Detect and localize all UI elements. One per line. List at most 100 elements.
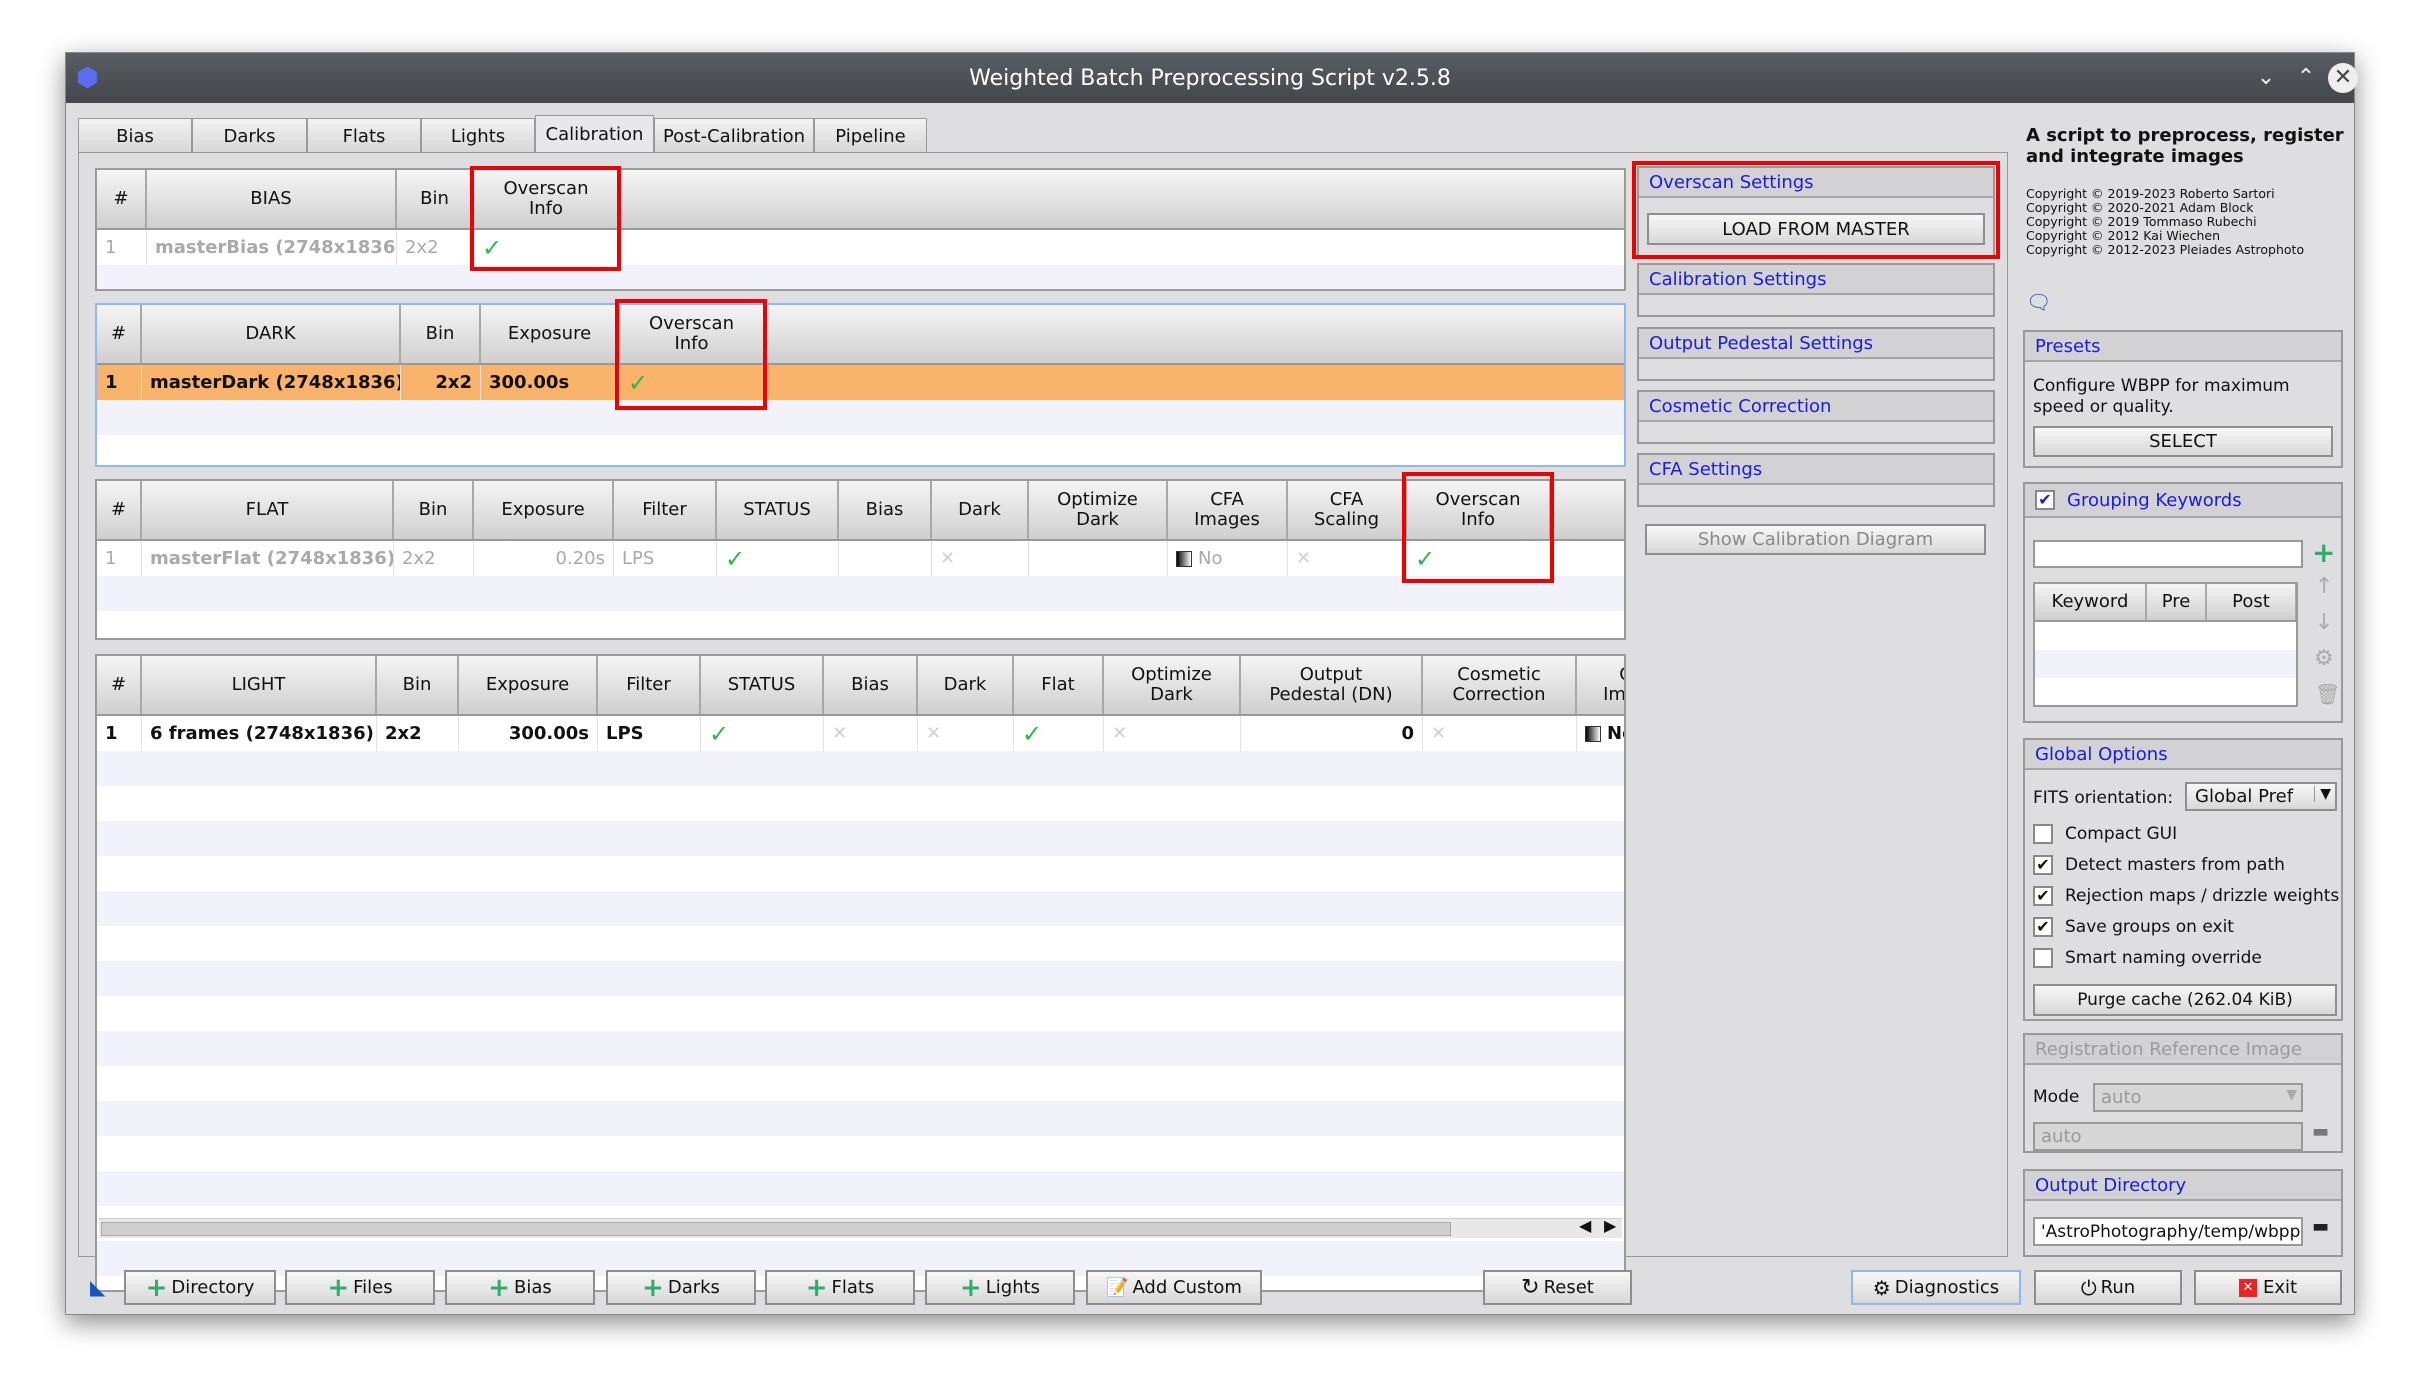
column-header[interactable]: Bias bbox=[824, 656, 918, 714]
flat-table[interactable]: # FLAT Bin Exposure Filter STATUS Bias Dark Opti… bbox=[95, 479, 1626, 640]
close-icon[interactable]: ✕ bbox=[2328, 63, 2358, 93]
fits-orientation-select[interactable]: Global Pref ▼ bbox=[2185, 782, 2337, 811]
checkbox[interactable]: ✔ bbox=[2033, 886, 2053, 906]
table-row[interactable]: 1 masterBias (2748x1836) 2x2 ✓ bbox=[97, 230, 1624, 265]
column-header[interactable]: Dark bbox=[918, 656, 1014, 714]
option-save-groups-on-exit[interactable]: ✔ Save groups on exit bbox=[2033, 917, 2234, 937]
comment-icon[interactable]: 🗨 bbox=[2026, 290, 2051, 314]
expand-toggle-icon[interactable]: ◣ bbox=[90, 1275, 105, 1299]
column-header[interactable]: Exposure bbox=[459, 656, 598, 714]
output-directory-input[interactable]: 'AstroPhotography/temp/wbpp bbox=[2033, 1217, 2303, 1246]
column-header[interactable]: FLAT bbox=[142, 481, 394, 539]
column-header[interactable]: Pre bbox=[2147, 584, 2207, 620]
column-header[interactable]: BIAS bbox=[147, 170, 397, 228]
add-custom-button[interactable]: 📝 Add Custom bbox=[1086, 1270, 1262, 1305]
tab-bias[interactable]: Bias bbox=[78, 118, 192, 153]
column-header[interactable]: Filter bbox=[598, 656, 701, 714]
horizontal-scrollbar[interactable]: ◀ ▶ bbox=[99, 1216, 1622, 1238]
column-header[interactable]: # bbox=[97, 170, 147, 228]
column-header[interactable]: Output Pedestal (DN) bbox=[1241, 656, 1423, 714]
column-header[interactable]: Exposure bbox=[481, 305, 620, 363]
column-header[interactable]: Bin bbox=[377, 656, 459, 714]
column-header[interactable]: Filter bbox=[614, 481, 717, 539]
diagnostics-button[interactable]: ⚙ Diagnostics bbox=[1851, 1270, 2021, 1305]
add-darks-button[interactable]: + Darks bbox=[606, 1270, 756, 1305]
reset-button[interactable]: ↻ Reset bbox=[1483, 1270, 1632, 1305]
table-row[interactable]: 1 masterDark (2748x1836) 2x2 300.00s ✓ bbox=[97, 365, 1624, 400]
column-header[interactable]: Bin bbox=[401, 305, 481, 363]
empty-row[interactable] bbox=[97, 1031, 1624, 1066]
select-preset-button[interactable]: SELECT bbox=[2033, 426, 2333, 457]
exit-button[interactable]: ✕ Exit bbox=[2194, 1270, 2342, 1305]
empty-row[interactable] bbox=[97, 576, 1624, 611]
empty-row[interactable] bbox=[97, 891, 1624, 926]
tab-calibration[interactable]: Calibration bbox=[535, 115, 654, 153]
run-button[interactable]: ⏻ Run bbox=[2034, 1270, 2182, 1305]
cfa-settings-header[interactable]: CFA Settings bbox=[1639, 455, 1993, 485]
light-table[interactable]: # LIGHT Bin Exposure Filter STATUS Bias Dark Fla… bbox=[95, 654, 1626, 1292]
move-up-icon[interactable]: ↑ bbox=[2315, 574, 2333, 599]
checkbox[interactable]: ✔ bbox=[2033, 917, 2053, 937]
scroll-left-icon[interactable]: ◀ bbox=[1579, 1216, 1591, 1235]
calibration-settings-header[interactable]: Calibration Settings bbox=[1639, 265, 1993, 295]
option-detect-masters-from-path[interactable]: ✔ Detect masters from path bbox=[2033, 855, 2285, 875]
keyword-input[interactable] bbox=[2033, 540, 2303, 568]
empty-row[interactable] bbox=[97, 751, 1624, 786]
column-header[interactable]: # bbox=[97, 656, 142, 714]
gear-icon[interactable]: ⚙ bbox=[2314, 646, 2334, 671]
purge-cache-button[interactable]: Purge cache (262.04 KiB) bbox=[2033, 984, 2337, 1016]
tab-pipeline[interactable]: Pipeline bbox=[814, 118, 927, 153]
empty-row[interactable] bbox=[97, 1136, 1624, 1171]
minimize-icon[interactable]: ⌄ bbox=[2251, 63, 2281, 93]
dark-table[interactable]: # DARK Bin Exposure Overscan Info 1 masterDark… bbox=[95, 303, 1626, 467]
option-smart-naming-override[interactable]: Smart naming override bbox=[2033, 948, 2262, 968]
empty-row[interactable] bbox=[97, 856, 1624, 891]
empty-row[interactable] bbox=[97, 1171, 1624, 1206]
column-header[interactable]: Dark bbox=[932, 481, 1029, 539]
add-keyword-icon[interactable]: + bbox=[2312, 536, 2335, 569]
column-header[interactable]: DARK bbox=[142, 305, 401, 363]
empty-row[interactable] bbox=[2035, 622, 2296, 650]
tab-flats[interactable]: Flats bbox=[307, 118, 421, 153]
empty-row[interactable] bbox=[2035, 678, 2296, 705]
empty-row[interactable] bbox=[97, 926, 1624, 961]
empty-row[interactable] bbox=[97, 400, 1624, 435]
column-header[interactable]: CFA Images bbox=[1168, 481, 1288, 539]
column-header[interactable]: Bin bbox=[397, 170, 474, 228]
add-files-button[interactable]: + Files bbox=[285, 1270, 435, 1305]
column-header[interactable]: # bbox=[97, 481, 142, 539]
column-header[interactable]: Bin bbox=[394, 481, 474, 539]
scrollbar-thumb[interactable] bbox=[101, 1222, 1451, 1236]
column-header[interactable]: CFA Scaling bbox=[1288, 481, 1407, 539]
column-header[interactable]: Optimize Dark bbox=[1104, 656, 1241, 714]
cosmetic-correction-header[interactable]: Cosmetic Correction bbox=[1639, 392, 1993, 422]
option-rejection-maps-drizzle-weights[interactable]: ✔ Rejection maps / drizzle weights bbox=[2033, 886, 2339, 906]
table-row[interactable]: 1 masterFlat (2748x1836) 2x2 0.20s LPS ✓ ✕ No ✕ ✓ bbox=[97, 541, 1624, 576]
add-flats-button[interactable]: + Flats bbox=[765, 1270, 915, 1305]
empty-row[interactable] bbox=[97, 1066, 1624, 1101]
tab-lights[interactable]: Lights bbox=[421, 118, 535, 153]
column-header[interactable]: Bias bbox=[839, 481, 932, 539]
column-header[interactable]: STATUS bbox=[701, 656, 824, 714]
reference-image-input[interactable]: auto bbox=[2033, 1122, 2303, 1151]
add-lights-button[interactable]: + Lights bbox=[925, 1270, 1075, 1305]
column-header[interactable]: # bbox=[97, 305, 142, 363]
empty-row[interactable] bbox=[97, 961, 1624, 996]
empty-row[interactable] bbox=[97, 996, 1624, 1031]
scroll-right-icon[interactable]: ▶ bbox=[1604, 1216, 1616, 1235]
option-compact-gui[interactable]: Compact GUI bbox=[2033, 824, 2177, 844]
add-directory-button[interactable]: + Directory bbox=[124, 1270, 276, 1305]
column-header[interactable]: CFA Images bbox=[1577, 656, 1624, 714]
empty-row[interactable] bbox=[97, 1101, 1624, 1136]
column-header[interactable]: Post bbox=[2207, 584, 2296, 620]
output-pedestal-header[interactable]: Output Pedestal Settings bbox=[1639, 329, 1993, 359]
column-header[interactable]: LIGHT bbox=[142, 656, 377, 714]
bias-table[interactable]: # BIAS Bin Overscan Info 1 masterBias (2748x1… bbox=[95, 168, 1626, 291]
folder-icon[interactable]: ▬ bbox=[2312, 1121, 2329, 1142]
column-header[interactable]: Keyword bbox=[2035, 584, 2147, 620]
mode-select[interactable]: auto ▼ bbox=[2093, 1083, 2303, 1112]
show-calibration-diagram-button[interactable]: Show Calibration Diagram bbox=[1645, 524, 1986, 555]
table-row[interactable]: 16 frames (2748x1836) 2x2 300.00s LPS ✓ ✕ ✕ ✓ ✕ 0… bbox=[97, 716, 1624, 751]
add-bias-button[interactable]: + Bias bbox=[445, 1270, 595, 1305]
column-header[interactable]: Exposure bbox=[474, 481, 614, 539]
